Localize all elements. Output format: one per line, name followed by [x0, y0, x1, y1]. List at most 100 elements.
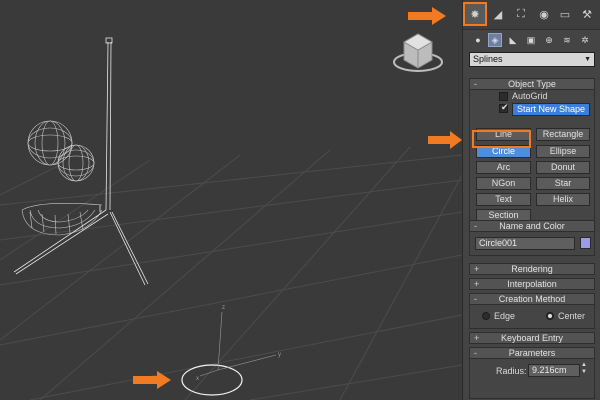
rollout-header-parameters[interactable]: - Parameters	[469, 347, 595, 359]
rollout-creation-method: - Creation Method Edge Center	[469, 293, 595, 329]
rollout-keyboard-entry: + Keyboard Entry	[469, 332, 595, 344]
rollout-header-name-and-color[interactable]: - Name and Color	[469, 220, 595, 232]
shapes-icon: ◈	[491, 34, 499, 45]
utilities-icon: ⚒	[582, 8, 592, 21]
create-icon: ✸	[470, 8, 480, 21]
autogrid-label: AutoGrid	[512, 91, 548, 101]
collapse-icon: -	[474, 221, 477, 231]
command-panel: ✸ ◢ ⛶ ◉ ▭ ⚒ ● ◈ ◣ ▣ ⊕ ≋ ✲ Splines ▼ - Ob…	[462, 0, 600, 400]
rollout-title: Keyboard Entry	[500, 333, 564, 343]
category-lights[interactable]: ◣	[506, 33, 520, 47]
tab-hierarchy[interactable]: ⛶	[511, 4, 531, 24]
tab-motion[interactable]: ◉	[534, 4, 554, 24]
rollout-body-name-and-color: Circle001	[469, 232, 595, 256]
radius-label: Radius:	[496, 366, 527, 376]
edge-radio[interactable]	[482, 312, 490, 320]
button-label: Ellipse	[549, 146, 577, 156]
ngon-button[interactable]: NGon	[476, 177, 531, 190]
sphere-objects[interactable]	[27, 120, 95, 182]
button-label: Text	[495, 194, 512, 204]
category-systems[interactable]: ✲	[578, 33, 592, 47]
axis-y-label: y	[278, 352, 281, 358]
rollout-body-creation-method: Edge Center	[469, 305, 595, 329]
rollout-title: Name and Color	[499, 221, 565, 231]
category-shapes[interactable]: ◈	[488, 33, 502, 47]
rollout-header-interpolation[interactable]: + Interpolation	[469, 278, 595, 290]
rollout-header-creation-method[interactable]: - Creation Method	[469, 293, 595, 305]
spinner-arrows-icon[interactable]: ▲ ▼	[581, 362, 587, 376]
edge-label: Edge	[494, 311, 516, 321]
expand-icon: +	[474, 279, 480, 289]
hierarchy-icon: ⛶	[517, 7, 525, 20]
circle-button[interactable]: Circle	[476, 145, 531, 158]
viewport-scene: z y x	[0, 33, 462, 400]
category-dropdown[interactable]: Splines ▼	[469, 52, 595, 67]
arrow-annotation-circle-button	[428, 131, 462, 149]
category-cameras[interactable]: ▣	[524, 33, 538, 47]
create-categories: ● ◈ ◣ ▣ ⊕ ≋ ✲	[463, 30, 600, 50]
category-geometry[interactable]: ●	[471, 33, 485, 47]
arc-button[interactable]: Arc	[476, 161, 531, 174]
button-label: Helix	[552, 194, 573, 204]
cameras-icon: ▣	[526, 34, 536, 45]
rollout-object-type: - Object Type AutoGrid ✔ Start New Shape…	[469, 78, 595, 222]
viewcube[interactable]	[393, 33, 443, 72]
star-button[interactable]: Star	[536, 177, 590, 190]
center-label: Center	[558, 311, 586, 321]
rectangle-button[interactable]: Rectangle	[536, 128, 590, 141]
start-new-shape-button[interactable]: Start New Shape	[512, 103, 590, 116]
tab-create[interactable]: ✸	[463, 2, 487, 26]
start-new-shape-checkbox[interactable]: ✔	[499, 102, 509, 113]
rollout-body-object-type: AutoGrid ✔ Start New Shape Line Rectangl…	[469, 90, 595, 222]
start-new-shape-label: Start New Shape	[516, 104, 586, 114]
rollout-title: Object Type	[508, 79, 556, 89]
object-name-value: Circle001	[479, 238, 518, 248]
rollout-parameters: - Parameters Radius: 9.216cm ▲ ▼	[469, 347, 595, 399]
button-label: Arc	[496, 162, 511, 172]
rollout-title: Creation Method	[498, 294, 566, 304]
rollout-name-and-color: - Name and Color Circle001	[469, 220, 595, 256]
arrow-annotation-create-tab	[408, 7, 446, 25]
donut-button[interactable]: Donut	[536, 161, 590, 174]
category-space-warps[interactable]: ≋	[560, 33, 574, 47]
category-helpers[interactable]: ⊕	[542, 33, 556, 47]
lamp-stand-object[interactable]	[13, 37, 149, 286]
tab-display[interactable]: ▭	[555, 4, 575, 24]
button-label: Star	[554, 178, 572, 188]
center-radio[interactable]	[546, 312, 554, 320]
text-button[interactable]: Text	[476, 193, 531, 206]
radius-spinner-field[interactable]: 9.216cm	[528, 364, 580, 377]
lights-icon: ◣	[509, 34, 517, 45]
chevron-down-icon: ▼	[584, 56, 591, 63]
tab-modify[interactable]: ◢	[488, 4, 508, 24]
ground-grid	[0, 146, 462, 400]
button-label: Circle	[491, 146, 515, 156]
axis-tripod	[199, 311, 277, 377]
line-button[interactable]: Line	[476, 128, 531, 141]
object-name-field[interactable]: Circle001	[475, 237, 575, 250]
perspective-viewport[interactable]: z y x	[0, 0, 462, 400]
collapse-icon: -	[474, 348, 477, 358]
rollout-rendering: + Rendering	[469, 263, 595, 275]
button-label: Line	[494, 129, 512, 139]
rollout-header-object-type[interactable]: - Object Type	[469, 78, 595, 90]
rollout-title: Rendering	[511, 264, 553, 274]
helix-button[interactable]: Helix	[536, 193, 590, 206]
collapse-icon: -	[474, 79, 477, 89]
space-warps-icon: ≋	[563, 34, 571, 45]
autogrid-checkbox[interactable]	[499, 92, 508, 101]
axis-z-label: z	[222, 305, 225, 311]
object-color-swatch[interactable]	[580, 237, 591, 249]
command-panel-tabs: ✸ ◢ ⛶ ◉ ▭ ⚒	[463, 0, 600, 30]
ellipse-button[interactable]: Ellipse	[536, 145, 590, 158]
radius-value: 9.216cm	[532, 365, 567, 375]
rollout-header-rendering[interactable]: + Rendering	[469, 263, 595, 275]
rollout-header-keyboard-entry[interactable]: + Keyboard Entry	[469, 332, 595, 344]
button-label: Section	[488, 210, 519, 220]
rollout-title: Interpolation	[507, 279, 557, 289]
checkmark-icon: ✔	[501, 102, 509, 112]
rollout-title: Parameters	[508, 348, 556, 358]
axis-x-label: x	[196, 376, 199, 382]
button-label: Donut	[550, 162, 576, 172]
tab-utilities[interactable]: ⚒	[577, 4, 597, 24]
